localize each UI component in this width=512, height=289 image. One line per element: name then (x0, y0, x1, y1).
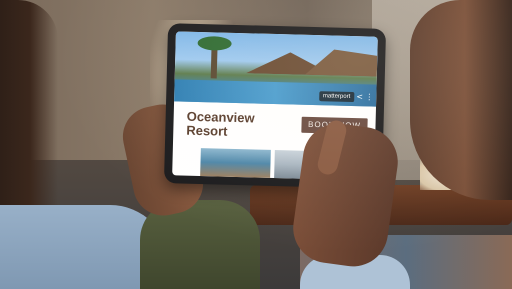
resort-title: Oceanview Resort (186, 108, 255, 139)
palm-leaves (197, 35, 232, 51)
woman-hair (0, 0, 58, 240)
hero-image: matterport < ⋮ (174, 31, 378, 107)
thumbnail-pool[interactable] (200, 148, 271, 178)
share-icon[interactable]: < (356, 92, 364, 102)
more-icon[interactable]: ⋮ (365, 92, 373, 102)
matterport-badge[interactable]: matterport (318, 91, 355, 103)
resort-roof-right (305, 49, 378, 77)
photo-frame: matterport < ⋮ Oceanview Resort BOOK NOW (0, 0, 512, 289)
